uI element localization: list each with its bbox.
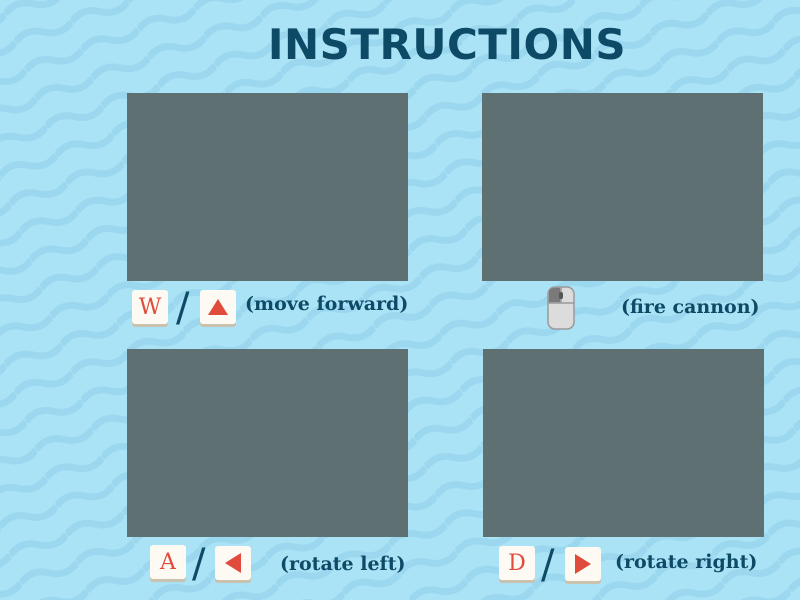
arrow-up-icon — [208, 299, 228, 315]
arrow-up-key — [200, 290, 236, 324]
separator-right: / — [541, 542, 555, 588]
preview-forward — [127, 93, 408, 281]
arrow-right-icon — [575, 554, 591, 574]
label-fire-cannon: (fire cannon) — [621, 296, 760, 318]
separator-left: / — [192, 541, 206, 587]
label-move-forward: (move forward) — [245, 293, 409, 315]
label-rotate-right: (rotate right) — [615, 551, 758, 573]
label-rotate-left: (rotate left) — [280, 553, 406, 575]
arrow-right-key — [565, 547, 601, 581]
page-title: INSTRUCTIONS — [267, 20, 627, 69]
key-a: A — [150, 545, 186, 579]
key-d: D — [499, 546, 535, 580]
preview-right — [483, 349, 764, 537]
mouse-icon — [547, 286, 575, 330]
preview-left — [127, 349, 408, 537]
preview-fire — [482, 93, 763, 281]
arrow-left-icon — [225, 553, 241, 573]
separator-forward: / — [176, 285, 190, 331]
arrow-left-key — [215, 546, 251, 580]
key-w: W — [132, 290, 168, 324]
